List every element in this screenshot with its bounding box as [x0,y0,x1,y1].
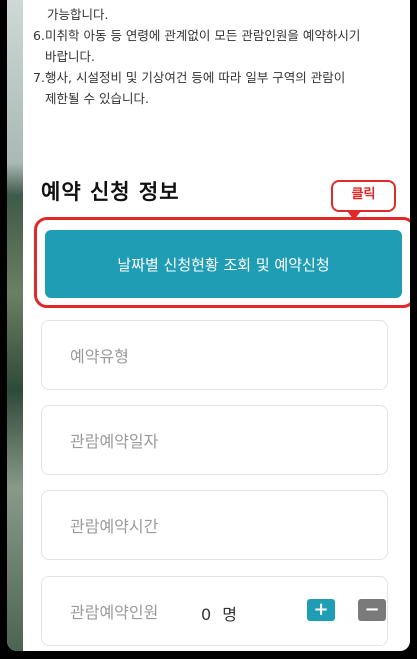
section-title: 예약 신청 정보 [41,180,180,204]
notice-line: 제한될 수 있습니다. [45,91,149,106]
notice-continuation: 가능합니다. [47,7,109,22]
notice-text: 미취학 아동 등 연령에 관계없이 모든 관람인원을 예약하시기 바랍니다. [45,25,393,67]
notice-line: 미취학 아동 등 연령에 관계없이 모든 관람인원을 예약하시기 [45,28,361,43]
notice-number: 7. [33,70,45,85]
visitor-count-label: 관람예약인원 [70,603,159,622]
count-number: 0 [201,605,212,624]
count-unit: 명 [222,605,238,624]
visit-time-field[interactable]: 관람예약시간 [41,490,388,560]
mobile-screen: 가능합니다. 6. 미취학 아동 등 연령에 관계없이 모든 관람인원을 예약하… [7,0,410,651]
notice-number: 6. [33,28,45,43]
decrement-button[interactable]: − [358,599,386,621]
notice-item-6: 6. 미취학 아동 등 연령에 관계없이 모든 관람인원을 예약하시기 바랍니다… [33,25,393,67]
visit-date-field[interactable]: 관람예약일자 [41,405,388,475]
notice-item-7: 7. 행사, 시설정비 및 기상여건 등에 따라 일부 구역의 관람이 제한될 … [33,67,393,109]
click-callout: 클릭 [331,180,396,220]
check-availability-reserve-button[interactable]: 날짜별 신청현황 조회 및 예약신청 [45,230,402,298]
notice-list: 가능합니다. 6. 미취학 아동 등 연령에 관계없이 모든 관람인원을 예약하… [33,4,393,109]
background-photo-strip [7,0,23,651]
increment-button[interactable]: + [307,599,335,621]
notice-line: 행사, 시설정비 및 기상여건 등에 따라 일부 구역의 관람이 [45,70,346,85]
visitor-count-value: 0 명 [201,601,237,625]
notice-text: 행사, 시설정비 및 기상여건 등에 따라 일부 구역의 관람이 제한될 수 있… [45,67,393,109]
notice-line: 바랍니다. [45,49,95,64]
reservation-type-field[interactable]: 예약유형 [41,320,388,390]
